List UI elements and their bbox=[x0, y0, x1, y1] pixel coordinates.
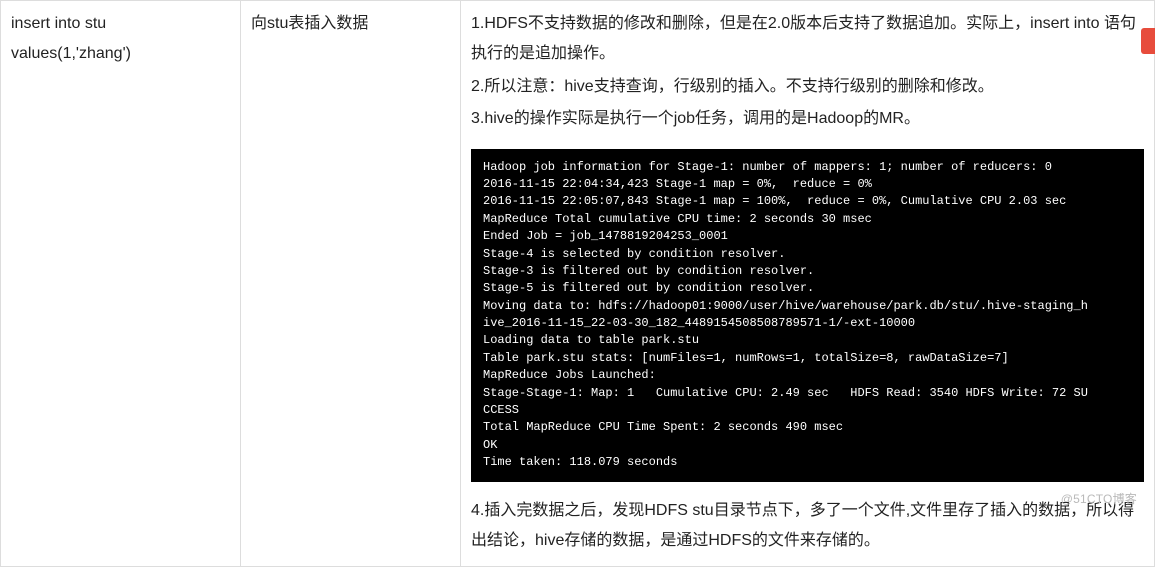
cell-sql: insert into stu values(1,'zhang') bbox=[1, 1, 241, 567]
content-table: insert into stu values(1,'zhang') 向stu表插… bbox=[0, 0, 1155, 567]
detail-point-3: 3.hive的操作实际是执行一个job任务，调用的是Hadoop的MR。 bbox=[471, 104, 1144, 134]
console-output: Hadoop job information for Stage-1: numb… bbox=[471, 149, 1144, 482]
table-row: insert into stu values(1,'zhang') 向stu表插… bbox=[1, 1, 1155, 567]
cell-description: 向stu表插入数据 bbox=[241, 1, 461, 567]
watermark: @51CTO博客 bbox=[1061, 490, 1137, 507]
side-tab[interactable] bbox=[1141, 28, 1155, 54]
detail-point-2: 2.所以注意：hive支持查询，行级别的插入。不支持行级别的删除和修改。 bbox=[471, 72, 1144, 102]
detail-point-4: 4.插入完数据之后，发现HDFS stu目录节点下，多了一个文件,文件里存了插入… bbox=[471, 496, 1144, 557]
description-text: 向stu表插入数据 bbox=[251, 9, 450, 39]
sql-statement: insert into stu values(1,'zhang') bbox=[11, 9, 230, 70]
cell-detail: 1.HDFS不支持数据的修改和删除，但是在2.0版本后支持了数据追加。实际上，i… bbox=[461, 1, 1155, 567]
detail-point-1: 1.HDFS不支持数据的修改和删除，但是在2.0版本后支持了数据追加。实际上，i… bbox=[471, 9, 1144, 70]
